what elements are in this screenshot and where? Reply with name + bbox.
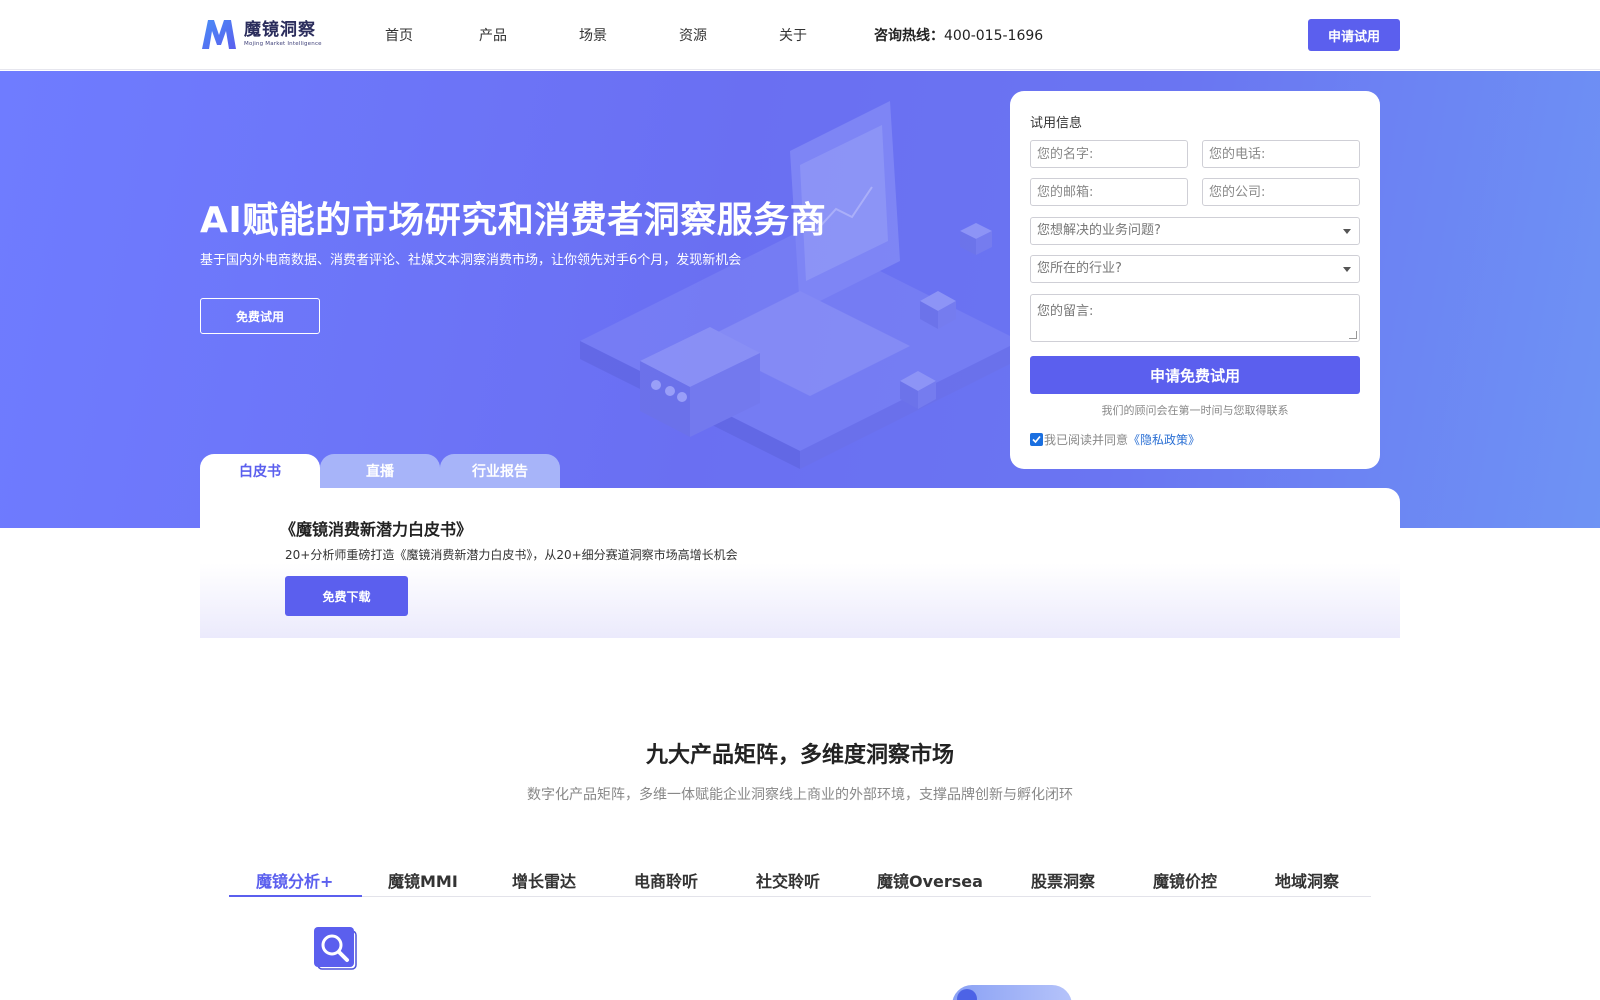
top-header: 魔镜洞察 Mojing Market Intelligence 首页 产品 场景… — [0, 0, 1600, 70]
apply-trial-button[interactable]: 申请试用 — [1308, 19, 1400, 51]
tab-stock-insight[interactable]: 股票洞察 — [1031, 868, 1095, 892]
message-field[interactable]: 您的留言: — [1030, 294, 1360, 342]
contact-note: 我们的顾问会在第一时间与您取得联系 — [1101, 404, 1289, 417]
products-section-title: 九大产品矩阵，多维度洞察市场 — [645, 743, 954, 768]
tab-whitepaper[interactable]: 白皮书 — [200, 454, 320, 488]
nav-item-about[interactable]: 关于 — [779, 25, 807, 45]
hotline-label: 咨询热线： — [874, 28, 944, 44]
tab-mojing-oversea[interactable]: 魔镜Oversea — [877, 868, 983, 892]
form-title: 试用信息 — [1030, 116, 1083, 131]
submit-trial-button[interactable]: 申请免费试用 — [1030, 356, 1360, 394]
nav-item-products[interactable]: 产品 — [479, 25, 507, 45]
hero-subtitle: 基于国内外电商数据、消费者评论、社媒文本洞察消费市场，让你领先对手6个月，发现新… — [200, 253, 742, 268]
name-field[interactable] — [1030, 140, 1188, 168]
tab-ecommerce-listening[interactable]: 电商聆听 — [634, 868, 698, 892]
hotline: 咨询热线：400-015-1696 — [874, 25, 1043, 45]
hero-title: AI赋能的市场研究和消费者洞察服务商 — [200, 200, 827, 241]
nav-item-resources[interactable]: 资源 — [679, 25, 707, 45]
email-field[interactable] — [1030, 178, 1188, 206]
trial-form: 试用信息 您想解决的业务问题? 您所在的行业? 您的留言: 申请免费试用 我们的… — [1010, 91, 1380, 469]
product-tabs: 魔镜分析+ 魔镜MMI 增长雷达 电商聆听 社交聆听 魔镜Oversea 股票洞… — [229, 862, 1371, 897]
privacy-agreement: 我已阅读并同意 《隐私政策》 — [1030, 431, 1200, 448]
logo-tagline: Mojing Market Intelligence — [244, 41, 322, 47]
tab-growth-radar[interactable]: 增长雷达 — [512, 868, 576, 892]
industry-select[interactable]: 您所在的行业? — [1030, 255, 1360, 283]
logo[interactable]: 魔镜洞察 Mojing Market Intelligence — [200, 17, 322, 51]
whitepaper-panel: 《魔镜消费新潜力白皮书》 20+分析师重磅打造《魔镜消费新潜力白皮书》，从20+… — [200, 488, 1400, 638]
agree-checkbox[interactable] — [1030, 433, 1043, 446]
free-trial-button[interactable]: 免费试用 — [200, 298, 320, 334]
agree-text: 我已阅读并同意 — [1044, 433, 1129, 447]
privacy-policy-link[interactable]: 《隐私政策》 — [1128, 431, 1200, 448]
industry-value: 您所在的行业? — [1037, 261, 1122, 276]
tab-mojing-analysis-plus[interactable]: 魔镜分析+ — [256, 868, 333, 892]
nav-item-home[interactable]: 首页 — [385, 25, 413, 45]
active-tab-indicator — [229, 895, 362, 897]
message-placeholder: 您的留言: — [1037, 304, 1094, 319]
logo-name: 魔镜洞察 — [244, 20, 316, 40]
free-download-button[interactable]: 免费下载 — [285, 576, 408, 616]
tab-livestream[interactable]: 直播 — [320, 454, 440, 488]
business-problem-value: 您想解决的业务问题? — [1037, 223, 1161, 238]
products-section-subtitle: 数字化产品矩阵，多维一体赋能企业洞察线上商业的外部环境，支撑品牌创新与孵化闭环 — [527, 787, 1073, 803]
company-field[interactable] — [1202, 178, 1360, 206]
tab-regional-insight[interactable]: 地域洞察 — [1275, 868, 1339, 892]
tab-social-listening[interactable]: 社交聆听 — [756, 868, 820, 892]
chevron-down-icon — [1343, 229, 1351, 234]
phone-field[interactable] — [1202, 140, 1360, 168]
search-icon — [314, 927, 357, 970]
tab-price-control[interactable]: 魔镜价控 — [1153, 868, 1217, 892]
tab-industry-report[interactable]: 行业报告 — [440, 454, 560, 488]
chevron-down-icon — [1343, 267, 1351, 272]
hotline-number: 400-015-1696 — [944, 28, 1044, 44]
resize-grip-icon[interactable] — [1349, 331, 1357, 339]
tab-mojing-mmi[interactable]: 魔镜MMI — [388, 868, 458, 892]
checkmark-icon — [1032, 435, 1041, 444]
logo-mark-icon — [202, 20, 236, 49]
nav-item-scenarios[interactable]: 场景 — [579, 25, 607, 45]
whitepaper-title: 《魔镜消费新潜力白皮书》 — [280, 520, 473, 539]
whitepaper-description: 20+分析师重磅打造《魔镜消费新潜力白皮书》，从20+细分赛道洞察市场高增长机会 — [285, 548, 738, 562]
business-problem-select[interactable]: 您想解决的业务问题? — [1030, 217, 1360, 245]
isometric-dashboard-illustration — [580, 101, 1020, 469]
